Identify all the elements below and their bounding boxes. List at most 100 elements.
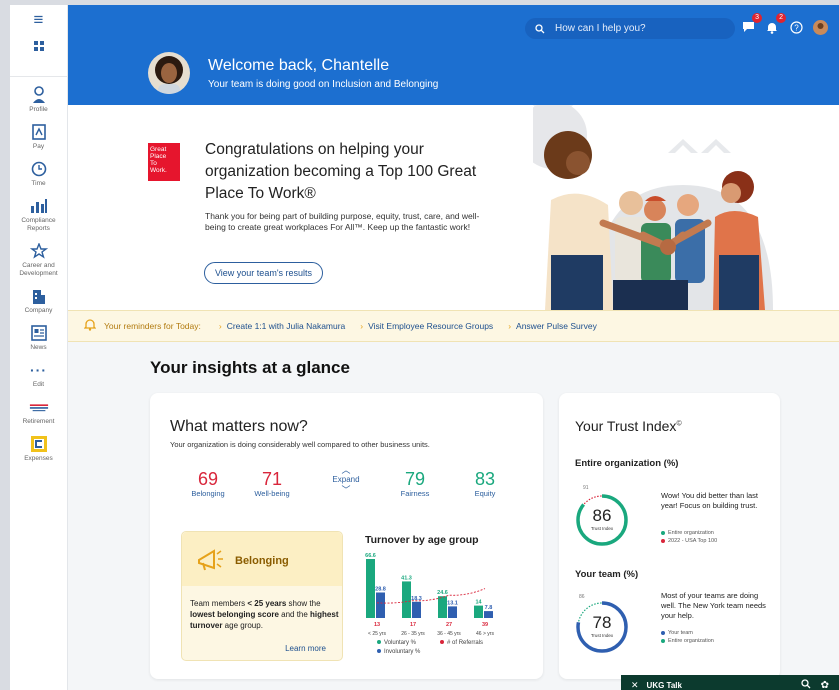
sidebar-item-retirement[interactable]: Retirement — [10, 397, 67, 426]
metric-well-being[interactable]: 71 Well-being — [242, 469, 302, 498]
search-icon[interactable] — [800, 679, 811, 690]
sidebar-item-pay[interactable]: Pay — [10, 122, 67, 151]
chart-bar — [448, 606, 457, 618]
gear-icon[interactable]: ✿ — [821, 680, 829, 690]
chevron-up-icon: ︿ — [341, 465, 351, 475]
metric-belonging[interactable]: 69 Belonging — [178, 469, 238, 498]
sidebar-item-edit[interactable]: ··· Edit — [10, 360, 67, 389]
chat-button[interactable]: 3 — [740, 13, 762, 35]
view-team-results-button[interactable]: View your team's results — [204, 262, 323, 284]
team-trust-value: 78 — [592, 613, 612, 632]
pay-icon — [29, 122, 49, 142]
search-input[interactable]: How can I help you? — [525, 18, 735, 39]
chat-icon — [742, 22, 754, 32]
user-avatar-button[interactable] — [812, 19, 828, 35]
sidebar-item-label: Career and Development — [19, 262, 58, 277]
reminders-bar: Your reminders for Today: › Create 1:1 wi… — [68, 310, 839, 342]
data-label: 66.6 — [365, 553, 376, 559]
metric-value: 69 — [197, 469, 219, 489]
metric-label: Equity — [474, 489, 496, 498]
referral-label: 17 — [410, 622, 416, 628]
hero-header: How can I help you? 3 2 ? Welcome back, … — [68, 5, 839, 105]
main-content: How can I help you? 3 2 ? Welcome back, … — [68, 5, 839, 690]
org-ring-label: 86 Trust Index — [573, 506, 631, 531]
sidebar-item-compliance-reports[interactable]: Compliance Reports — [10, 196, 67, 233]
sidebar-item-label: News — [30, 344, 47, 351]
reminder-bell-icon — [83, 318, 100, 334]
chart-bar — [366, 559, 375, 618]
close-icon[interactable]: ✕ — [631, 680, 639, 690]
talk-title: UKG Talk — [646, 680, 682, 690]
org-trust-value: 86 — [592, 506, 612, 525]
turnover-chart: 66.628.813< 25 yrs41.318.31726 - 35 yrs2… — [365, 553, 494, 637]
metric-equity[interactable]: 83 Equity — [455, 469, 515, 498]
data-label: 41.3 — [401, 575, 412, 581]
team-trust-caption: Trust Index — [590, 633, 614, 638]
chart-bar — [474, 605, 483, 618]
data-label: 13.1 — [447, 600, 458, 606]
reminder-label: Create 1:1 with Julia Nakamura — [226, 321, 346, 331]
more-icon: ··· — [30, 362, 47, 378]
chart-bar — [376, 592, 385, 618]
chart-bar — [412, 601, 421, 618]
banner-body: Thank you for being part of building pur… — [205, 211, 480, 232]
referral-label: 39 — [482, 622, 488, 628]
org-trust-caption: Trust Index — [590, 526, 614, 531]
career-icon — [29, 241, 49, 261]
sidebar-item-label: Company — [24, 307, 53, 314]
learn-more-link[interactable]: Learn more — [285, 644, 326, 653]
chart-bar — [438, 596, 447, 618]
metric-label: Belonging — [191, 489, 225, 498]
sidebar-item-label: Edit — [32, 381, 45, 388]
metric-fairness[interactable]: 79 Fairness — [385, 469, 445, 498]
help-button[interactable]: ? — [788, 19, 804, 35]
help-icon: ? — [789, 20, 803, 34]
gptw-logo: Great Place To Work. — [148, 143, 180, 181]
sidebar-item-news[interactable]: News — [10, 323, 67, 352]
svg-text:?: ? — [794, 23, 799, 32]
chevron-right-icon: › — [218, 321, 222, 331]
reminder-label: Visit Employee Resource Groups — [368, 321, 494, 331]
belonging-title: Belonging — [235, 555, 289, 567]
apps-grid-icon[interactable] — [33, 41, 44, 51]
reminder-label: Answer Pulse Survey — [516, 321, 597, 331]
org-section-title: Entire organization (%) — [575, 458, 679, 469]
data-label: 24.6 — [437, 590, 448, 596]
sidebar-item-expenses[interactable]: Expenses — [10, 434, 67, 463]
metric-value: 71 — [261, 469, 283, 489]
sidebar-item-label: Profile — [29, 106, 48, 113]
belonging-insight-box: Belonging Team members < 25 years show t… — [181, 531, 343, 661]
logo-line: Work. — [150, 167, 167, 174]
metric-value: 83 — [474, 469, 496, 489]
sidebar-item-time[interactable]: Time — [10, 159, 67, 188]
team-section-title: Your team (%) — [575, 569, 639, 580]
welcome-title: Welcome back, Chantelle — [208, 57, 390, 74]
notifications-button[interactable]: 2 — [764, 13, 786, 35]
expand-button[interactable]: ︿ Expand ﹀ — [326, 465, 366, 495]
team-trust-desc: Most of your teams are doing well. The N… — [661, 591, 766, 620]
org-trust-desc: Wow! You did better than last year! Focu… — [661, 491, 759, 510]
menu-icon[interactable]: ≡ — [34, 11, 44, 28]
what-matters-card: What matters now? Your organization is d… — [150, 393, 543, 679]
referral-label: 27 — [446, 622, 452, 628]
data-label: 14 — [475, 600, 482, 606]
sidebar-item-profile[interactable]: Profile — [10, 85, 67, 114]
chart-bar — [402, 581, 411, 618]
trust-index-card: Your Trust Index© Entire organization (%… — [559, 393, 780, 679]
banner-headline: Congratulations on helping your organiza… — [205, 141, 477, 202]
what-matters-subtitle: Your organization is doing considerably … — [170, 440, 430, 449]
reminder-item[interactable]: › Answer Pulse Survey — [508, 321, 597, 331]
sidebar-item-career[interactable]: Career and Development — [10, 241, 67, 278]
sidebar-item-company[interactable]: Company — [10, 286, 67, 315]
bell-icon — [767, 22, 777, 34]
reminder-item[interactable]: › Create 1:1 with Julia Nakamura — [219, 321, 345, 331]
avatar — [148, 52, 190, 94]
tick-label: 36 - 45 yrs — [437, 631, 461, 637]
chart-bar — [484, 611, 493, 618]
tick-label: 46 > yrs — [476, 631, 494, 637]
what-matters-title: What matters now? — [170, 418, 308, 435]
reminder-item[interactable]: › Visit Employee Resource Groups — [360, 321, 493, 331]
ukg-talk-bar[interactable]: ✕ UKG Talk ✿ — [621, 675, 839, 690]
sidebar: ≡ Profile Pay Time Compliance Reports Ca… — [10, 5, 68, 690]
referrals-line — [376, 588, 486, 604]
